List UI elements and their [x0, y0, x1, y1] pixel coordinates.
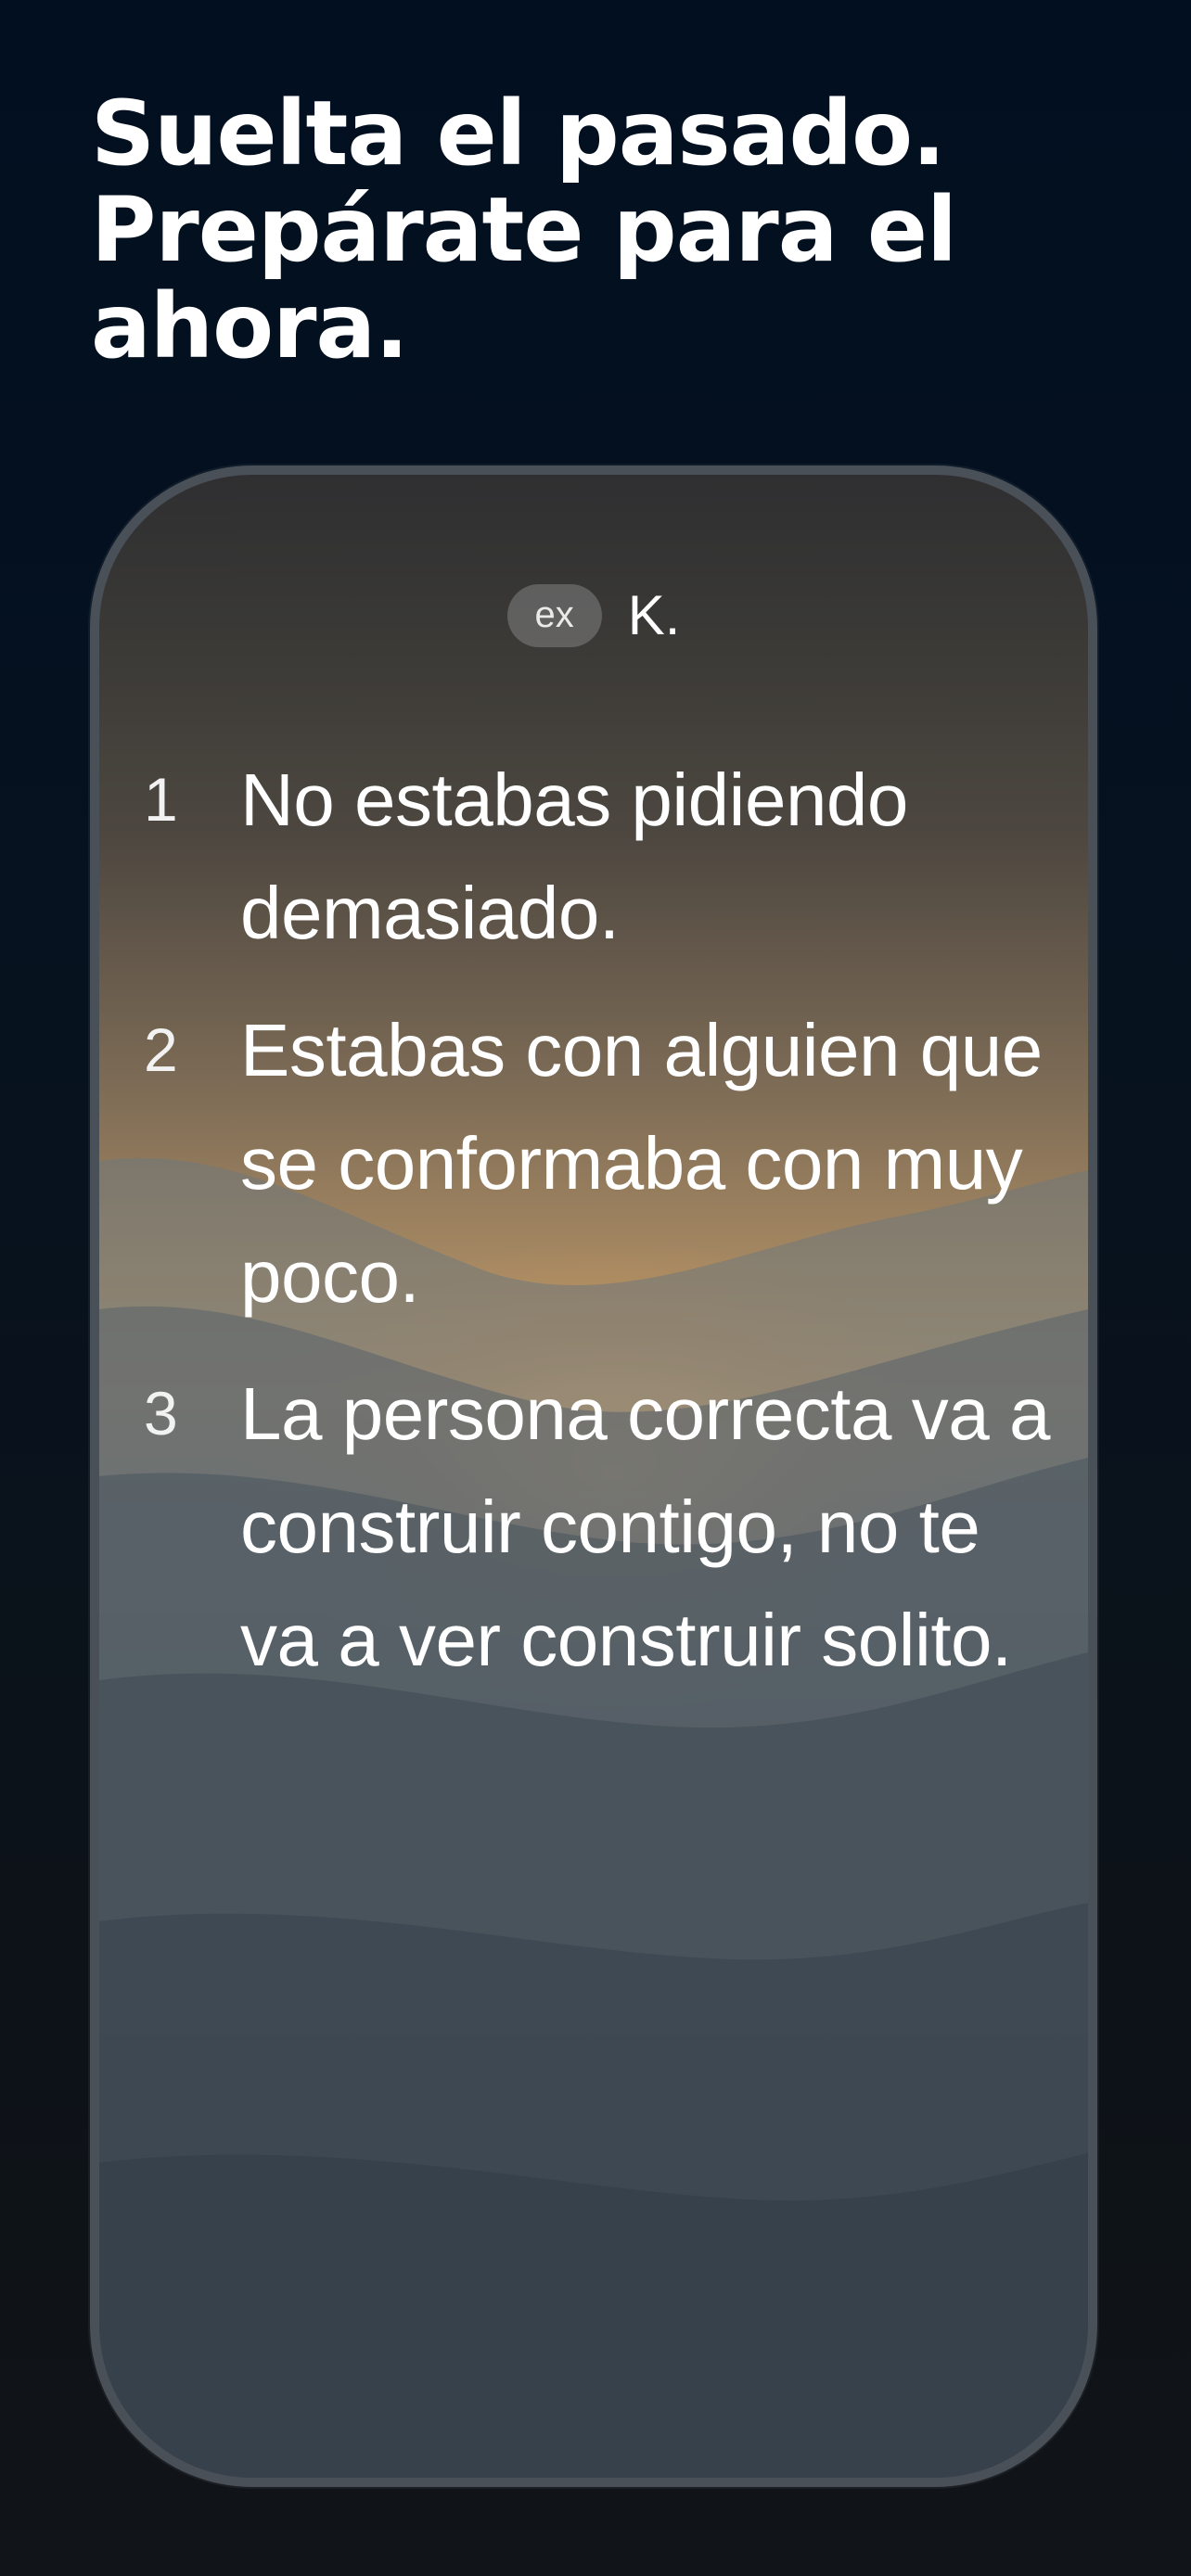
sender-name: K. [627, 584, 681, 646]
item-number: 3 [144, 1379, 178, 1447]
sender-tag-badge: ex [506, 584, 602, 647]
item-number: 2 [144, 1015, 178, 1084]
list-item: 3 La persona correcta va a construir con… [144, 1358, 1071, 1697]
message-list: 1 No estabas pidiendo demasiado. 2 Estab… [144, 744, 1071, 1721]
item-text: No estabas pidiendo demasiado. [240, 759, 908, 954]
headline: Suelta el pasado. Prepárate para el ahor… [91, 82, 957, 378]
phone-frame: ex K. 1 No estabas pidiendo demasiado. 2… [90, 465, 1097, 2487]
item-text: Estabas con alguien que se conformaba co… [240, 1009, 1043, 1318]
item-text: La persona correcta va a construir conti… [240, 1372, 1050, 1681]
list-item: 2 Estabas con alguien que se conformaba … [144, 994, 1071, 1333]
phone-screen: ex K. 1 No estabas pidiendo demasiado. 2… [99, 475, 1088, 2478]
item-number: 1 [144, 765, 178, 834]
sender-header: ex K. [99, 584, 1088, 647]
list-item: 1 No estabas pidiendo demasiado. [144, 744, 1071, 970]
